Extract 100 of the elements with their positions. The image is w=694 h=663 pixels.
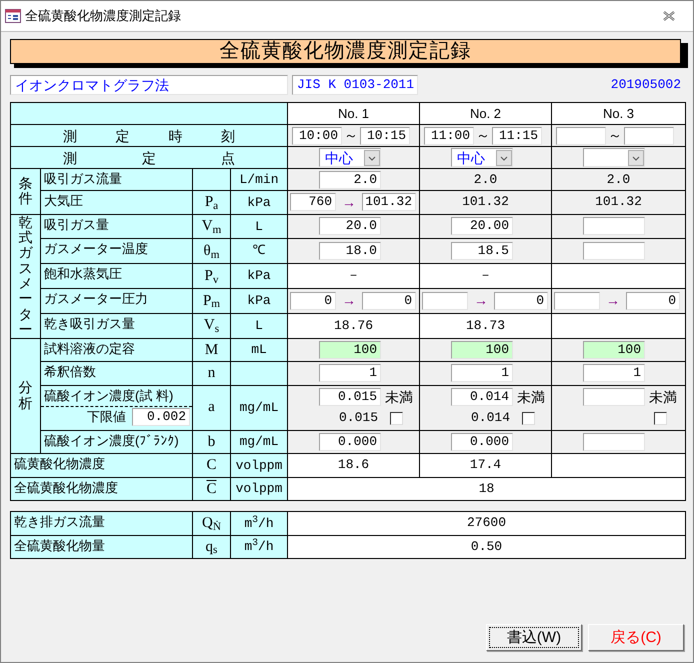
- symbol-text: P$_{a}$: [204, 194, 218, 210]
- input-field[interactable]: [556, 126, 606, 144]
- input-field[interactable]: 101.32: [362, 193, 416, 212]
- input-field[interactable]: [583, 388, 645, 406]
- input-field[interactable]: [583, 242, 645, 260]
- row-label: 全硫黄酸化物量: [13, 536, 106, 555]
- value-text: 18.6: [336, 456, 370, 474]
- value-text: 2.0: [606, 170, 632, 188]
- row-label: 硫酸イオン濃度(試 料): [41, 386, 192, 407]
- input-field[interactable]: 0.015: [319, 388, 381, 406]
- value-text: 0.014: [470, 409, 511, 428]
- checkbox[interactable]: [522, 412, 535, 425]
- unit-text: volppm: [236, 481, 282, 496]
- symbol-text: q$_{s}$: [206, 538, 218, 555]
- unit-text: kPa: [247, 268, 271, 284]
- symbol-text: θ$_{m}$: [204, 242, 220, 259]
- input-field[interactable]: 0: [290, 292, 336, 310]
- arrow-text: →: [605, 291, 621, 310]
- input-field[interactable]: 20.00: [451, 217, 513, 236]
- input-field[interactable]: 1: [319, 364, 381, 382]
- row-label: 乾き吸引ガス量: [43, 314, 136, 333]
- input-field[interactable]: [583, 432, 645, 451]
- input-field[interactable]: 0.000: [451, 432, 513, 451]
- value-text: 17.4: [468, 456, 502, 474]
- group-label: 条件: [18, 176, 32, 207]
- value-text: －: [478, 267, 493, 286]
- unit-text: mL: [251, 342, 267, 358]
- row-label: 試料溶液の定容: [43, 340, 136, 358]
- value-text: 2.0: [472, 170, 498, 188]
- standard-field[interactable]: JIS K 0103-2011: [292, 75, 418, 95]
- back-button[interactable]: 戻る(C): [588, 624, 684, 651]
- input-field[interactable]: [583, 217, 645, 236]
- input-field[interactable]: 0.002: [132, 408, 190, 426]
- symbol-text: n: [208, 365, 216, 382]
- unit-text: mg/mL: [239, 434, 278, 450]
- group-label: 分析: [18, 380, 32, 412]
- dropdown[interactable]: [583, 148, 645, 167]
- row-label: 硫黄酸化物濃度: [13, 455, 106, 474]
- chevron-down-icon[interactable]: [364, 150, 380, 166]
- row-label: ガスメーター圧力: [43, 290, 149, 308]
- value-text: 18: [478, 480, 496, 498]
- arrow-text: →: [341, 192, 357, 212]
- symbol-text: P$_{v}$: [204, 268, 218, 284]
- row-label: ガスメーター温度: [43, 240, 149, 258]
- symbol-text: P$_{m}$: [202, 292, 220, 309]
- input-field[interactable]: 11:15: [492, 126, 542, 144]
- dropdown[interactable]: 中心: [451, 148, 513, 167]
- value-text: 0.50: [470, 538, 504, 556]
- input-field[interactable]: [624, 126, 674, 144]
- input-field[interactable]: 1: [451, 364, 513, 382]
- value-text: 101.32: [594, 193, 643, 212]
- input-field[interactable]: 100: [583, 340, 645, 359]
- input-field[interactable]: 0: [494, 292, 548, 310]
- input-field[interactable]: 0: [362, 292, 416, 310]
- group-label: 乾式ガスメーター: [18, 214, 32, 338]
- input-field[interactable]: 100: [319, 340, 381, 359]
- input-field[interactable]: 18.5: [451, 242, 513, 260]
- input-field[interactable]: 0.000: [319, 432, 381, 451]
- unit-text: ℃: [252, 243, 266, 258]
- unit-text: L/min: [239, 172, 278, 187]
- checkbox[interactable]: [654, 412, 667, 425]
- chevron-down-icon[interactable]: [496, 150, 512, 166]
- symbol-text: b: [208, 434, 216, 450]
- unit-text: m$^{3}$/h: [244, 539, 274, 554]
- input-field[interactable]: 100: [451, 340, 513, 359]
- row-label: 吸引ガス量: [43, 216, 110, 234]
- save-button[interactable]: 書込(W): [486, 624, 582, 651]
- input-field[interactable]: 18.0: [319, 242, 381, 260]
- window-title: 全硫黄酸化物濃度測定記録: [25, 7, 181, 26]
- row-label: 飽和水蒸気圧: [43, 265, 123, 284]
- input-field[interactable]: 0: [626, 292, 680, 310]
- input-field[interactable]: 1: [583, 364, 645, 382]
- tilde-text: ～: [343, 126, 359, 145]
- input-field[interactable]: 10:00: [292, 126, 342, 144]
- column-header: No. 2: [470, 106, 502, 121]
- input-field[interactable]: 0.014: [451, 388, 513, 406]
- close-icon[interactable]: [663, 11, 675, 21]
- symbol-text: V$_{m}$: [202, 218, 222, 234]
- unit-text: L: [255, 218, 263, 234]
- chevron-down-icon[interactable]: [628, 150, 644, 166]
- input-field[interactable]: 20.0: [319, 217, 381, 236]
- method-field[interactable]: イオンクロマトグラフ法: [10, 75, 288, 95]
- value-text: 101.32: [461, 193, 510, 212]
- row-label: 硫酸イオン濃度(ﾌﾞﾗﾝｸ): [43, 432, 180, 450]
- input-field[interactable]: 2.0: [319, 170, 381, 188]
- unit-text: mg/mL: [239, 400, 278, 415]
- input-field[interactable]: 760: [290, 193, 336, 212]
- symbol-text: a: [208, 399, 215, 416]
- symbol-text: M: [204, 342, 218, 358]
- dropdown[interactable]: 中心: [319, 148, 381, 167]
- input-field[interactable]: 10:15: [360, 126, 410, 144]
- value-text: 27600: [466, 514, 508, 532]
- input-field[interactable]: [554, 292, 600, 310]
- input-field[interactable]: 11:00: [424, 126, 474, 144]
- form-icon: [5, 9, 21, 23]
- symbol-text: C: [206, 457, 216, 474]
- input-field[interactable]: [422, 292, 468, 310]
- checkbox[interactable]: [390, 412, 403, 425]
- column-header: No. 1: [338, 106, 370, 121]
- value-text: 18.73: [464, 316, 506, 335]
